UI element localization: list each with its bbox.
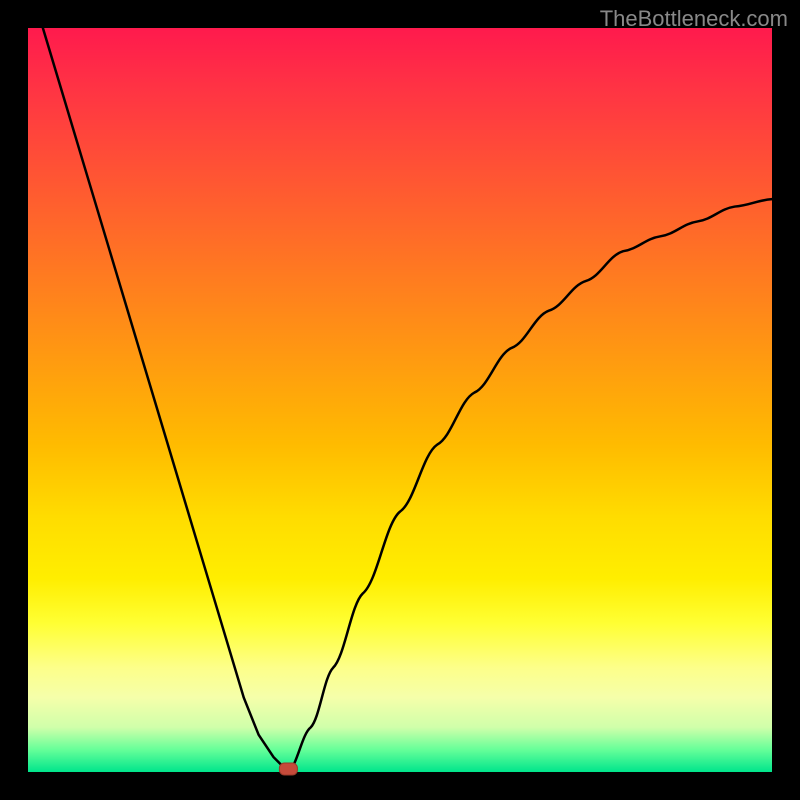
curve-right-branch <box>288 199 772 772</box>
curve-left-branch <box>43 28 289 772</box>
watermark-text: TheBottleneck.com <box>600 6 788 32</box>
minimum-marker <box>279 763 297 775</box>
chart-plot-area <box>28 28 772 772</box>
chart-svg <box>28 28 772 772</box>
